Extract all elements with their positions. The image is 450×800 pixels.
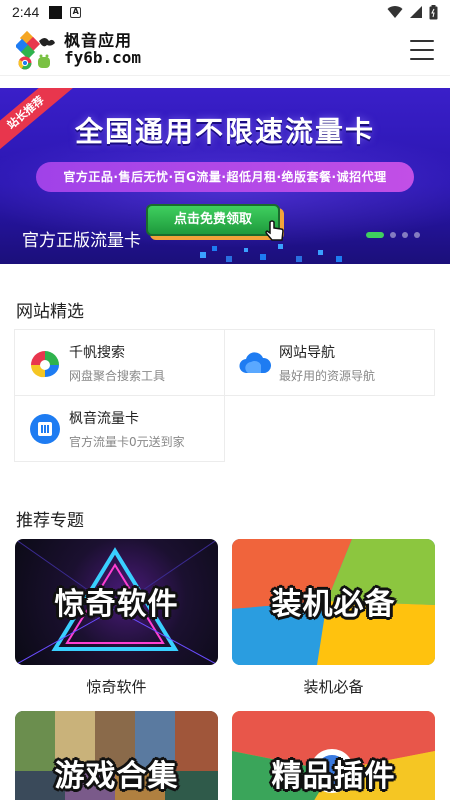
topic-card-label: 装机必备 — [303, 678, 364, 696]
notification-a-icon: A — [70, 6, 82, 18]
pagination-dot[interactable] — [390, 232, 396, 238]
battery-icon — [429, 4, 438, 19]
site-pick-name: 网站导航 — [279, 344, 335, 361]
banner-caption: 官方正版流量卡 — [22, 231, 141, 251]
site-pick-navigation[interactable]: 网站导航 最好用的资源导航 — [224, 329, 435, 396]
site-picks-title: 网站精选 — [16, 302, 84, 322]
site-pick-desc: 网盘聚合搜索工具 — [69, 368, 166, 383]
site-pick-desc: 最好用的资源导航 — [279, 368, 376, 383]
site-pick-desc: 官方流量卡0元送到家 — [69, 434, 185, 449]
topic-card-image: 惊奇软件 — [15, 539, 218, 665]
menu-line — [410, 48, 434, 51]
topic-card-label: 惊奇软件 — [86, 678, 147, 696]
topics-title: 推荐专题 — [16, 511, 84, 531]
pagination-dot[interactable] — [366, 232, 384, 238]
banner-feature-pill: 官方正品·售后无忧·百G流量·超低月租·绝版套餐·诚招代理 — [36, 162, 414, 192]
topic-card-image: 精品插件 — [232, 711, 435, 800]
promo-banner[interactable]: 站长推荐 全国通用不限速流量卡 官方正品·售后无忧·百G流量·超低月租·绝版套餐… — [0, 88, 450, 264]
menu-line — [410, 39, 434, 42]
wifi-icon — [387, 6, 403, 19]
sim-card-icon — [30, 413, 60, 444]
site-pick-name: 千帆搜索 — [69, 344, 125, 361]
topic-card-image-text: 惊奇软件 — [54, 587, 179, 622]
cellular-icon — [410, 6, 422, 18]
menu-line — [410, 57, 434, 60]
topic-card-image-text: 精品插件 — [271, 759, 396, 794]
banner-title: 全国通用不限速流量卡 — [74, 115, 375, 148]
pagination-dot[interactable] — [402, 232, 408, 238]
topic-card-image-text: 装机必备 — [271, 587, 396, 622]
topic-card-image: 装机必备 — [232, 539, 435, 665]
topic-card-image-text: 游戏合集 — [54, 759, 179, 794]
status-time: 2:44 — [12, 4, 40, 20]
topic-card-game-collection[interactable]: 游戏合集 — [15, 711, 218, 800]
site-pick-data-card[interactable]: 枫音流量卡 官方流量卡0元送到家 — [14, 395, 225, 462]
logo-domain-text: fy6b.com — [64, 47, 142, 67]
menu-button[interactable] — [410, 39, 434, 60]
site-pick-name: 枫音流量卡 — [69, 410, 139, 427]
notification-square-icon — [49, 5, 63, 19]
logo-chinese-text: 枫音应用 — [64, 30, 133, 50]
site-logo[interactable]: 枫音应用 fy6b.com — [14, 29, 142, 71]
pagination-dot[interactable] — [414, 232, 420, 238]
banner-pagination — [366, 232, 420, 238]
claim-free-button[interactable]: 点击免费领取 — [146, 204, 280, 236]
logo-mark-icon — [14, 29, 60, 71]
app-header: 枫音应用 fy6b.com — [0, 24, 450, 76]
topic-card-image: 游戏合集 — [15, 711, 218, 800]
hand-cursor-icon — [265, 220, 284, 241]
topic-card-amazing-software[interactable]: 惊奇软件 惊奇软件 — [15, 539, 218, 697]
qianfan-logo-icon — [30, 350, 59, 377]
topic-card-essentials[interactable]: 装机必备 装机必备 — [232, 539, 435, 697]
site-pick-qianfan[interactable]: 千帆搜索 网盘聚合搜索工具 — [14, 329, 225, 396]
cloud-icon — [239, 351, 271, 373]
topic-card-premium-plugins[interactable]: 精品插件 — [232, 711, 435, 800]
status-bar: 2:44 A — [0, 0, 450, 24]
